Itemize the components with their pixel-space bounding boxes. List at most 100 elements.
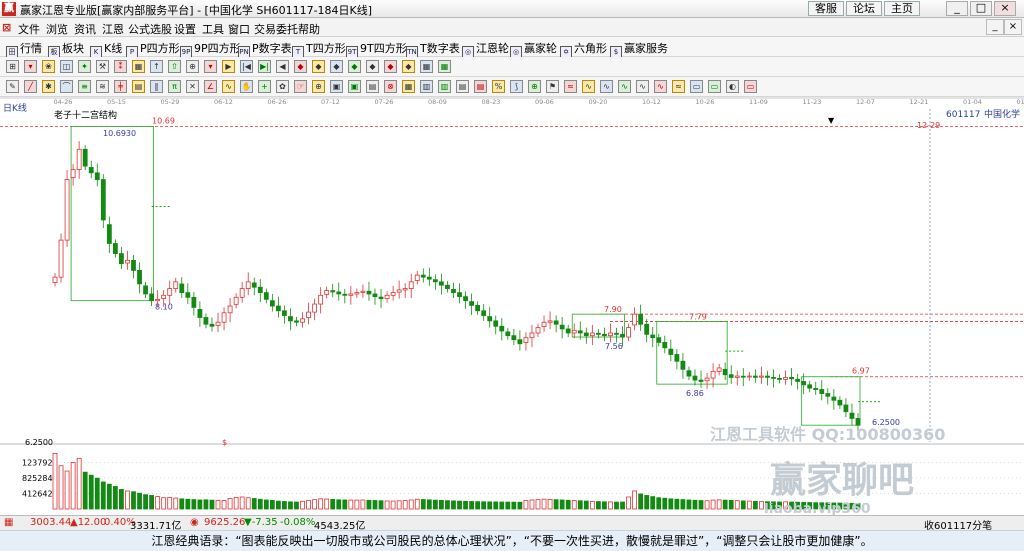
menu-tools[interactable]: 工具 bbox=[202, 21, 224, 37]
draw-tool-9-icon[interactable]: ‖ bbox=[150, 80, 163, 93]
tool-quotes[interactable]: 田行情 bbox=[6, 40, 42, 58]
period-tool-15-icon[interactable]: ▶| bbox=[258, 60, 271, 73]
menu-browse[interactable]: 浏览 bbox=[46, 21, 68, 37]
child-close-button[interactable]: × bbox=[1004, 19, 1022, 35]
period-tool-24-icon[interactable]: ▦ bbox=[420, 60, 433, 73]
draw-tool-15-icon[interactable]: + bbox=[258, 80, 271, 93]
draw-tool-1-icon[interactable]: ✎ bbox=[6, 80, 19, 93]
draw-tool-19-icon[interactable]: ▣ bbox=[330, 80, 343, 93]
tool-winner-service[interactable]: $ 赢家服务 bbox=[610, 40, 668, 58]
period-tool-19-icon[interactable]: ◆ bbox=[330, 60, 343, 73]
draw-tool-21-icon[interactable]: ▤ bbox=[366, 80, 379, 93]
period-tool-2-icon[interactable]: ▾ bbox=[24, 60, 37, 73]
period-tool-23-icon[interactable]: ◆ bbox=[402, 60, 415, 73]
period-tool-11-icon[interactable]: ⊕ bbox=[186, 60, 199, 73]
draw-tool-29-icon[interactable]: ⟆ bbox=[510, 80, 523, 93]
draw-tool-36-icon[interactable]: ∿ bbox=[636, 80, 649, 93]
period-tool-12-icon[interactable]: ▾ bbox=[204, 60, 217, 73]
period-tool-25-icon[interactable]: ▦ bbox=[438, 60, 451, 73]
period-tool-16-icon[interactable]: ◀ bbox=[276, 60, 289, 73]
tool-t-square[interactable]: T T四方形 bbox=[292, 40, 346, 58]
period-tool-13-icon[interactable]: ▶ bbox=[222, 60, 235, 73]
draw-tool-12-icon[interactable]: ∠ bbox=[204, 80, 217, 93]
tool-p-table[interactable]: PN P数字表 bbox=[238, 40, 292, 58]
tool-gann-wheel[interactable]: ◎ 江恩轮 bbox=[462, 40, 509, 58]
draw-tool-26-icon[interactable]: ▤ bbox=[456, 80, 469, 93]
draw-tool-11-icon[interactable]: ✕ bbox=[186, 80, 199, 93]
draw-tool-3-icon[interactable]: ✱ bbox=[42, 80, 55, 93]
child-minimize-button[interactable]: _ bbox=[986, 19, 1004, 35]
draw-tool-22-icon[interactable]: ⊗ bbox=[384, 80, 397, 93]
menu-window[interactable]: 窗口 bbox=[228, 21, 250, 37]
draw-tool-41-icon[interactable]: ◐ bbox=[726, 80, 739, 93]
period-tool-8-icon[interactable]: ▦ bbox=[132, 60, 145, 73]
menu-file[interactable]: 文件 bbox=[18, 21, 40, 37]
draw-tool-7-icon[interactable]: ╪ bbox=[114, 80, 127, 93]
tool-9t-square[interactable]: 9T 9T四方形 bbox=[346, 40, 407, 58]
draw-tool-38-icon[interactable]: ≈ bbox=[672, 80, 685, 93]
draw-tool-30-icon[interactable]: ⊕ bbox=[528, 80, 541, 93]
draw-tool-8-icon[interactable]: ▤ bbox=[132, 80, 145, 93]
period-tool-5-icon[interactable]: ✦ bbox=[78, 60, 91, 73]
maximize-button[interactable]: □ bbox=[970, 1, 992, 16]
period-tool-17-icon[interactable]: ◆ bbox=[294, 60, 307, 73]
forum-link[interactable]: 论坛 bbox=[846, 1, 882, 16]
menu-formula[interactable]: 公式选股 bbox=[128, 21, 172, 37]
menu-settings[interactable]: 设置 bbox=[174, 21, 196, 37]
draw-tool-10-icon[interactable]: π bbox=[168, 80, 181, 93]
date-tick-label: 08-09 bbox=[428, 98, 447, 106]
kline-chart[interactable]: 04-26 05-15 05-29 06-12 06-26 07-12 07-26 08-09… bbox=[0, 97, 1024, 515]
draw-tool-16-icon[interactable]: ✿ bbox=[276, 80, 289, 93]
tool-9p-square[interactable]: 9P 9P四方形 bbox=[180, 40, 241, 58]
period-tool-7-icon[interactable]: ⁑ bbox=[114, 60, 127, 73]
draw-tool-34-icon[interactable]: ∿ bbox=[600, 80, 613, 93]
draw-tool-40-icon[interactable]: ▭ bbox=[708, 80, 721, 93]
draw-tool-42-icon[interactable]: ▭ bbox=[744, 80, 757, 93]
draw-tool-6-icon[interactable]: ≋ bbox=[96, 80, 109, 93]
draw-tool-33-icon[interactable]: ∿ bbox=[582, 80, 595, 93]
tool-kline[interactable]: K K线 bbox=[90, 40, 122, 58]
draw-tool-25-icon[interactable]: ▥ bbox=[438, 80, 451, 93]
period-tool-1-icon[interactable]: ⊞ bbox=[6, 60, 19, 73]
period-tool-18-icon[interactable]: ◆ bbox=[312, 60, 325, 73]
menu-trade[interactable]: 交易委托 bbox=[254, 21, 298, 37]
period-tool-4-icon[interactable]: ◫ bbox=[60, 60, 73, 73]
tool-t-table[interactable]: TN T数字表 bbox=[406, 40, 460, 58]
minimize-button[interactable]: _ bbox=[946, 1, 968, 16]
draw-tool-17-icon[interactable]: ☞ bbox=[294, 80, 307, 93]
draw-tool-18-icon[interactable]: ⊕ bbox=[312, 80, 325, 93]
period-tool-14-icon[interactable]: |◀ bbox=[240, 60, 253, 73]
tool-winner-wheel[interactable]: ◎ 赢家轮 bbox=[510, 40, 557, 58]
draw-tool-13-icon[interactable]: ∿ bbox=[222, 80, 235, 93]
draw-tool-28-icon[interactable]: % bbox=[492, 80, 505, 93]
close-button[interactable]: × bbox=[994, 1, 1016, 16]
draw-tool-20-icon[interactable]: ▣ bbox=[348, 80, 361, 93]
period-tool-9-icon[interactable]: ↑ bbox=[150, 60, 163, 73]
period-tool-10-icon[interactable]: ⇧ bbox=[168, 60, 181, 73]
tool-sector[interactable]: 板板块 bbox=[48, 40, 84, 58]
draw-tool-31-icon[interactable]: ⚑ bbox=[546, 80, 559, 93]
draw-tool-4-icon[interactable]: ⌒ bbox=[60, 80, 73, 93]
home-link[interactable]: 主页 bbox=[884, 1, 920, 16]
menu-info[interactable]: 资讯 bbox=[74, 21, 96, 37]
draw-tool-2-icon[interactable]: ╱ bbox=[24, 80, 37, 93]
period-tool-6-icon[interactable]: ⚒ bbox=[96, 60, 109, 73]
draw-tool-5-icon[interactable]: ≡ bbox=[78, 80, 91, 93]
period-tool-20-icon[interactable]: ◆ bbox=[348, 60, 361, 73]
draw-tool-27-icon[interactable]: ▤ bbox=[474, 80, 487, 93]
menu-gann[interactable]: 江恩 bbox=[102, 21, 124, 37]
draw-tool-39-icon[interactable]: ▭ bbox=[690, 80, 703, 93]
draw-tool-23-icon[interactable]: ▦ bbox=[402, 80, 415, 93]
draw-tool-32-icon[interactable]: ≈ bbox=[564, 80, 577, 93]
draw-tool-37-icon[interactable]: ∿ bbox=[654, 80, 667, 93]
draw-tool-14-icon[interactable]: ✋ bbox=[240, 80, 253, 93]
draw-tool-35-icon[interactable]: ∿ bbox=[618, 80, 631, 93]
tool-hexagon[interactable]: ✡ 六角形 bbox=[560, 40, 607, 58]
menu-help[interactable]: 帮助 bbox=[298, 21, 320, 37]
period-tool-21-icon[interactable]: ◆ bbox=[366, 60, 379, 73]
period-tool-3-icon[interactable]: ❀ bbox=[42, 60, 55, 73]
tool-p-square[interactable]: P P四方形 bbox=[126, 40, 180, 58]
period-tool-22-icon[interactable]: ◆ bbox=[384, 60, 397, 73]
service-link[interactable]: 客服 bbox=[808, 1, 844, 16]
draw-tool-24-icon[interactable]: ▥ bbox=[420, 80, 433, 93]
